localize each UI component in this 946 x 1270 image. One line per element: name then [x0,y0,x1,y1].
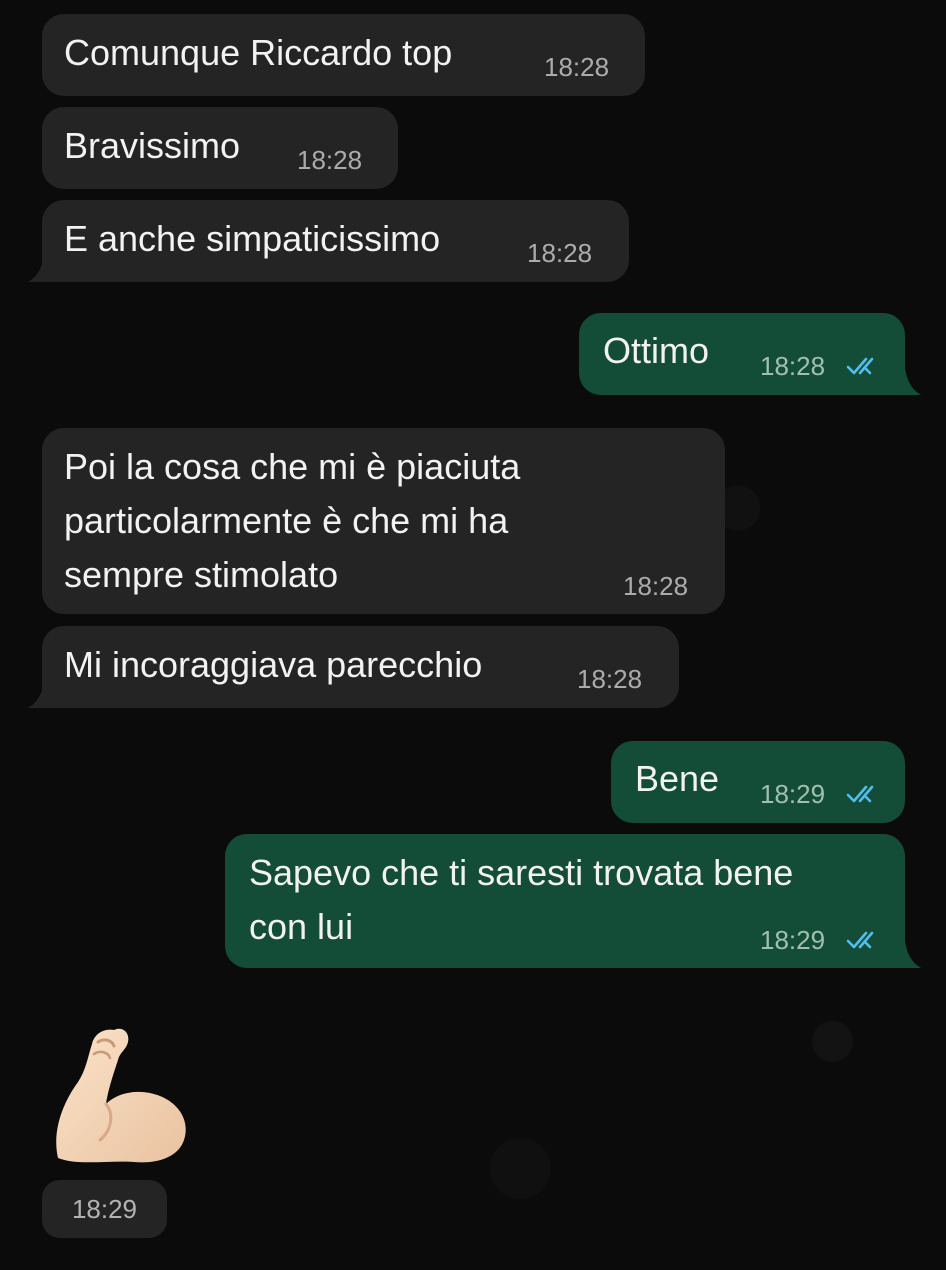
outgoing-message-bubble[interactable]: Sapevo che ti saresti trovata bene con l… [225,834,905,968]
message-text: Bravissimo [64,125,241,166]
message-text: Ottimo [603,330,710,371]
flexed-biceps-icon[interactable] [48,1020,198,1170]
message-time: 18:28 [623,571,689,601]
sticker-time: 18:29 [42,1180,167,1238]
message-time: 18:28 [577,664,643,694]
message-text: Sapevo che ti saresti trovata bene con l… [249,852,794,947]
incoming-message-bubble[interactable]: Bravissimo 18:28 [42,107,398,189]
message-text: Mi incoraggiava parecchio [64,644,483,685]
incoming-message-bubble[interactable]: E anche simpaticissimo 18:28 [42,200,629,282]
bubble-tail [28,680,56,708]
incoming-message-bubble[interactable]: Mi incoraggiava parecchio 18:28 [42,626,679,708]
message-time: 18:28 [527,238,593,268]
message-time: 18:29 [760,925,826,955]
incoming-message-bubble[interactable]: Comunque Riccardo top 18:28 [42,14,645,96]
message-text: Bene [635,758,720,799]
double-check-icon [846,357,874,375]
bubble-tail [893,367,921,395]
message-time: 18:29 [760,779,826,809]
double-check-icon [846,785,874,803]
message-time: 18:28 [760,351,826,381]
bubble-tail [893,940,921,968]
message-time: 18:28 [297,145,363,175]
message-time: 18:28 [544,52,610,82]
incoming-message-bubble[interactable]: Poi la cosa che mi è piaciuta particolar… [42,428,725,614]
double-check-icon [846,931,874,949]
outgoing-message-bubble[interactable]: Ottimo 18:28 [579,313,905,395]
chat-background: Comunque Riccardo top 18:28 Bravissimo 1… [0,0,946,1270]
message-text: Comunque Riccardo top [64,32,453,73]
message-text: Poi la cosa che mi è piaciuta particolar… [64,446,521,595]
outgoing-message-bubble[interactable]: Bene 18:29 [611,741,905,823]
message-text: E anche simpaticissimo [64,218,441,259]
bubble-tail [28,254,56,282]
